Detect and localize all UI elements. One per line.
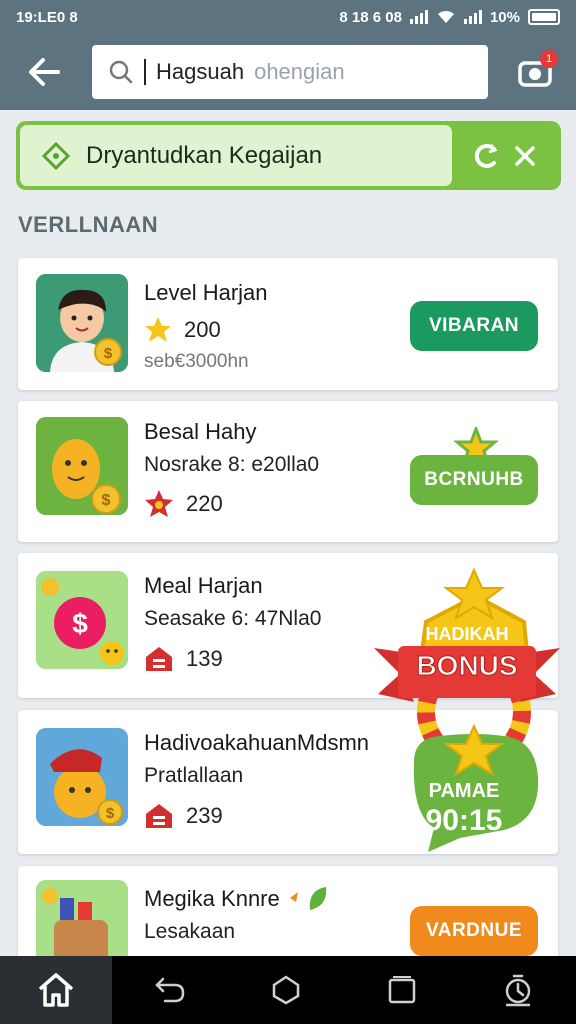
item-title: Megika Knnre (144, 886, 280, 911)
circle-home-icon (272, 975, 300, 1005)
item-subtitle: Nosrake 8: e20lla0 (144, 453, 320, 476)
points-value: 200 (184, 317, 221, 342)
list-item[interactable]: $ Besal Hahy Nosrake 8: e20lla0 220 BCRN… (18, 401, 558, 542)
camera-button[interactable]: 1 (514, 50, 558, 94)
svg-text:$: $ (106, 805, 115, 822)
bonus-timer: 90:15 (425, 804, 503, 837)
points-value: 239 (186, 803, 223, 828)
status-icons: 8 18 6 08 10% (339, 9, 560, 26)
status-time: 19:LE0 8 (16, 8, 78, 26)
item-points: 139 (144, 645, 223, 673)
refresh-icon[interactable] (473, 143, 499, 169)
item-action-button[interactable]: VARDNUE (410, 906, 538, 956)
item-action-button[interactable]: BCRNUHB (410, 455, 538, 505)
item-action-button[interactable]: VIBARAN (410, 301, 538, 351)
search-icon (109, 60, 133, 84)
text-cursor (144, 59, 146, 85)
item-subtitle: Seasake 6: 47Nla0 (144, 607, 322, 630)
svg-text:$: $ (104, 345, 113, 362)
navigation-bar (0, 956, 576, 1024)
battery-percent: 10% (489, 8, 520, 26)
bonus-timer-label: PAMAE (428, 780, 500, 802)
bonus-label: BONUS (416, 650, 518, 682)
mascot-icon: $ (36, 417, 128, 515)
svg-text:$: $ (102, 492, 111, 509)
task-banner[interactable]: Dryantudkan Kegaijan (16, 121, 561, 190)
section-title: VERLLNAAN (18, 212, 159, 237)
nav-assistant-button[interactable] (460, 956, 576, 1024)
search-placeholder: ohengian (254, 59, 345, 84)
nav-back-button[interactable] (112, 956, 228, 1024)
item-thumbnail: $ (36, 417, 128, 515)
status-misc-icons: 8 18 6 08 (339, 8, 402, 26)
item-title: Besal Hahy (144, 419, 257, 444)
item-thumbnail: $ (36, 571, 128, 669)
bonus-label-top: HADIKAH (425, 624, 509, 644)
status-bar: 19:LE0 8 8 18 6 08 10% (0, 0, 576, 34)
diamond-icon (42, 141, 70, 170)
item-subtext: seb€3000hn (144, 351, 249, 372)
banner-content: Dryantudkan Kegaijan (20, 125, 452, 186)
home-icon (38, 973, 74, 1007)
points-value: 139 (186, 646, 223, 671)
badge-icon (145, 490, 173, 517)
item-title: Meal Harjan (144, 573, 263, 598)
timer-icon (505, 974, 531, 1007)
wifi-icon (437, 10, 454, 23)
banner-actions (452, 125, 557, 186)
item-title: Level Harjan (144, 280, 268, 305)
item-points: 239 (144, 802, 223, 830)
points-value: 220 (186, 491, 223, 516)
back-arrow-icon (29, 58, 60, 86)
app-bar: Hagsuah ohengian 1 (0, 34, 576, 110)
svg-text:$: $ (72, 608, 88, 639)
back-icon (155, 977, 185, 1003)
battery-icon (528, 9, 560, 25)
nav-home-button[interactable] (0, 956, 112, 1024)
banner-text: Dryantudkan Kegaijan (86, 141, 323, 169)
gift-icon (146, 647, 172, 671)
item-title: HadivoakahuanMdsmn (144, 730, 370, 755)
nav-home-circle-button[interactable] (228, 956, 344, 1024)
item-thumbnail: $ (36, 728, 128, 826)
item-subtitle: Lesakaan (144, 920, 236, 943)
star-icon (145, 317, 171, 342)
recents-icon (388, 976, 416, 1004)
item-title-row: Megika Knnre (144, 884, 330, 914)
mascot-gift-icon: $ (36, 728, 128, 826)
signal-icon (409, 10, 428, 24)
list-item[interactable]: $ Level Harjan 200 seb€3000hn VIBARAN (18, 258, 558, 390)
search-value: Hagsuah (156, 59, 245, 84)
notification-badge: 1 (540, 50, 558, 68)
leaf-icon (289, 887, 326, 910)
signal-icon-2 (463, 10, 482, 24)
money-bag-icon: $ (36, 571, 128, 669)
nav-recents-button[interactable] (344, 956, 460, 1024)
search-input[interactable]: Hagsuah ohengian (92, 45, 488, 99)
item-subtitle: Pratlallaan (144, 764, 244, 787)
close-icon[interactable] (513, 144, 537, 168)
item-points: 200 (144, 316, 221, 344)
item-points: 220 (144, 489, 223, 519)
person-avatar-icon: $ (36, 274, 128, 372)
item-thumbnail: $ (36, 274, 128, 372)
gift-icon (146, 804, 172, 828)
back-button[interactable] (16, 44, 72, 100)
bonus-badge[interactable]: HADIKAH BONUS PAMAE 90:15 (374, 566, 560, 862)
